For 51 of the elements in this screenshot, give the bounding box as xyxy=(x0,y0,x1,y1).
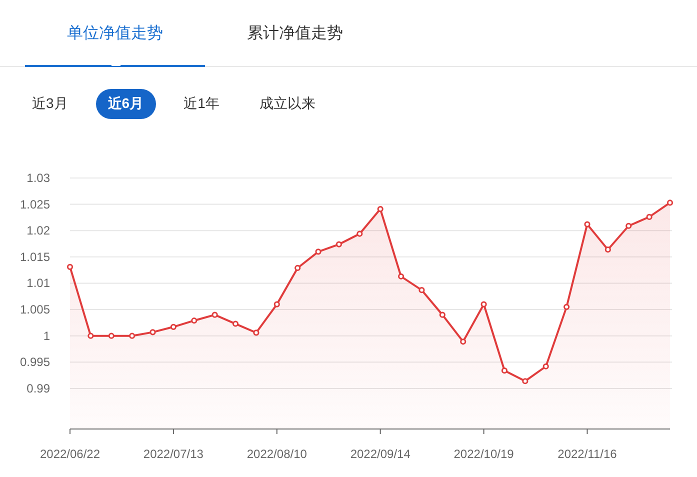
y-tick-label: 1.015 xyxy=(20,250,50,264)
range-button[interactable]: 近6月 xyxy=(96,89,156,119)
data-point xyxy=(418,287,425,294)
data-point xyxy=(315,248,322,255)
y-tick-label: 1 xyxy=(43,328,50,343)
y-tick-label: 1.02 xyxy=(26,224,50,238)
data-point xyxy=(626,222,632,229)
range-button[interactable]: 成立以来 xyxy=(247,89,328,119)
data-point xyxy=(232,320,239,327)
data-point xyxy=(542,363,549,370)
y-tick-label: 1.01 xyxy=(26,276,50,290)
data-point xyxy=(398,273,404,280)
y-tick-label: 1.025 xyxy=(20,197,50,212)
data-point xyxy=(564,304,570,310)
range-button[interactable]: 近3月 xyxy=(20,89,80,119)
data-point xyxy=(191,318,198,324)
x-tick-label: 2022/10/19 xyxy=(454,447,514,461)
data-point xyxy=(460,338,466,345)
data-point xyxy=(274,301,280,308)
data-point xyxy=(253,330,260,336)
range-button[interactable]: 近1年 xyxy=(172,89,232,119)
y-tick-label: 1.03 xyxy=(26,171,50,185)
data-point xyxy=(294,264,301,272)
data-point xyxy=(439,312,446,318)
y-tick-label: 0.995 xyxy=(20,355,50,370)
data-point xyxy=(108,332,114,339)
data-point xyxy=(336,241,342,248)
data-point xyxy=(88,332,94,339)
data-point xyxy=(377,206,384,212)
data-point xyxy=(170,324,176,330)
y-tick-label: 1.005 xyxy=(20,302,50,317)
x-tick-label: 2022/07/13 xyxy=(143,447,204,461)
x-tick-label: 2022/11/16 xyxy=(558,447,617,461)
y-tick-label: 0.99 xyxy=(26,381,50,396)
data-point xyxy=(522,378,528,384)
data-point xyxy=(584,221,590,228)
data-point xyxy=(66,264,74,270)
data-point xyxy=(150,329,156,336)
chart-tab[interactable]: 累计净值走势 xyxy=(205,0,385,67)
data-point xyxy=(646,214,652,220)
data-point xyxy=(129,332,136,339)
data-point xyxy=(666,200,674,206)
x-tick-label: 2022/06/22 xyxy=(40,447,100,461)
data-point xyxy=(604,246,611,253)
chart-tab[interactable]: 单位净值走势 xyxy=(25,0,205,67)
data-point xyxy=(356,230,363,237)
data-point xyxy=(212,312,218,318)
data-point xyxy=(501,368,508,374)
x-tick-label: 2022/09/14 xyxy=(350,447,410,461)
x-tick-label: 2022/08/10 xyxy=(246,447,307,461)
data-point xyxy=(480,301,487,308)
